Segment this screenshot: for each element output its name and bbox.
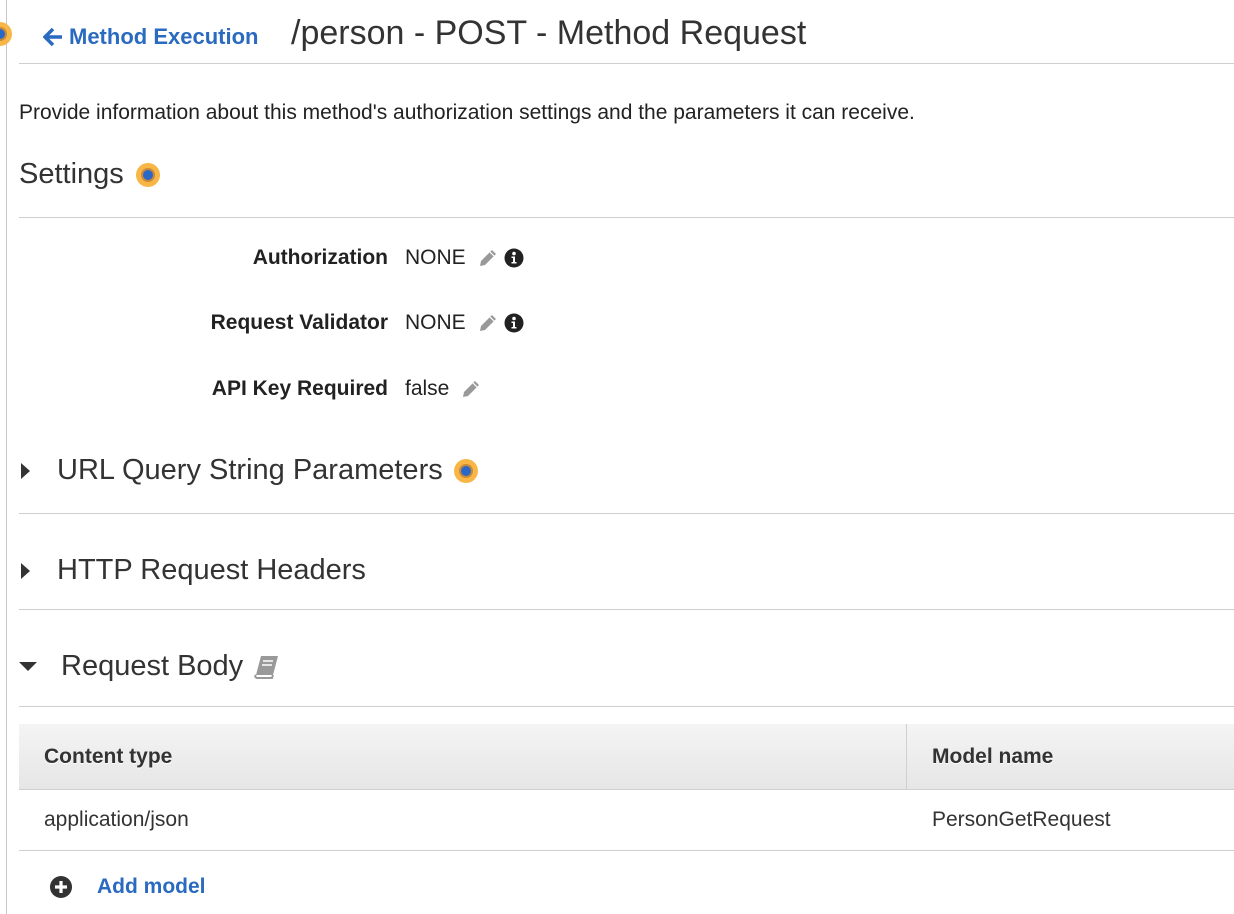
content-type-cell: application/json xyxy=(44,808,189,831)
pencil-icon[interactable] xyxy=(478,313,498,333)
book-icon[interactable] xyxy=(253,655,279,679)
section-label: Request Body xyxy=(61,650,244,682)
back-link-label: Method Execution xyxy=(69,24,259,49)
url-query-string-parameters-toggle[interactable]: URL Query String Parameters xyxy=(19,454,478,487)
page-title: /person - POST - Method Request xyxy=(291,14,807,52)
left-border xyxy=(6,0,7,914)
page-description: Provide information about this method's … xyxy=(19,101,915,124)
http-request-headers-toggle[interactable]: HTTP Request Headers xyxy=(19,554,366,587)
divider xyxy=(19,609,1234,610)
settings-heading: Settings xyxy=(19,158,160,191)
setting-row-request-validator: Request Validator NONE xyxy=(0,308,700,338)
setting-label: Authorization xyxy=(252,246,388,269)
caret-right-icon xyxy=(21,562,30,579)
setting-label: API Key Required xyxy=(211,377,388,400)
settings-title: Settings xyxy=(19,158,124,190)
request-body-models-table: Content type Model name application/json… xyxy=(19,724,1234,851)
table-header: Content type Model name xyxy=(19,724,1234,790)
section-label: URL Query String Parameters xyxy=(57,454,443,486)
help-dot-icon[interactable] xyxy=(453,458,478,483)
info-icon[interactable] xyxy=(504,248,524,268)
plus-circle-icon xyxy=(50,876,72,898)
add-model-button[interactable]: Add model xyxy=(50,875,206,899)
info-icon[interactable] xyxy=(504,313,524,333)
setting-value: NONE xyxy=(405,246,466,269)
help-dot-icon[interactable] xyxy=(135,162,160,187)
pencil-icon[interactable] xyxy=(461,379,481,399)
add-model-label: Add model xyxy=(97,875,206,898)
divider xyxy=(19,706,1234,707)
help-dot-icon[interactable] xyxy=(0,22,12,46)
caret-right-icon xyxy=(21,462,30,479)
setting-row-api-key-required: API Key Required false xyxy=(0,374,700,404)
setting-value: false xyxy=(405,377,450,400)
page-header: Method Execution /person - POST - Method… xyxy=(19,0,1234,64)
back-to-method-execution-link[interactable]: Method Execution xyxy=(43,24,258,50)
divider xyxy=(19,513,1234,514)
table-row[interactable]: application/json PersonGetRequest xyxy=(19,790,1234,851)
column-header-content-type[interactable]: Content type xyxy=(19,724,907,789)
arrow-left-icon xyxy=(43,27,62,47)
pencil-icon[interactable] xyxy=(478,248,498,268)
setting-value: NONE xyxy=(405,311,466,334)
divider xyxy=(19,217,1234,218)
model-name-cell: PersonGetRequest xyxy=(932,808,1111,831)
setting-label: Request Validator xyxy=(210,311,388,334)
request-body-toggle[interactable]: Request Body xyxy=(19,650,279,683)
column-header-model-name[interactable]: Model name xyxy=(907,724,1234,789)
caret-down-icon xyxy=(19,662,37,671)
setting-row-authorization: Authorization NONE xyxy=(0,243,700,273)
section-label: HTTP Request Headers xyxy=(57,554,366,586)
